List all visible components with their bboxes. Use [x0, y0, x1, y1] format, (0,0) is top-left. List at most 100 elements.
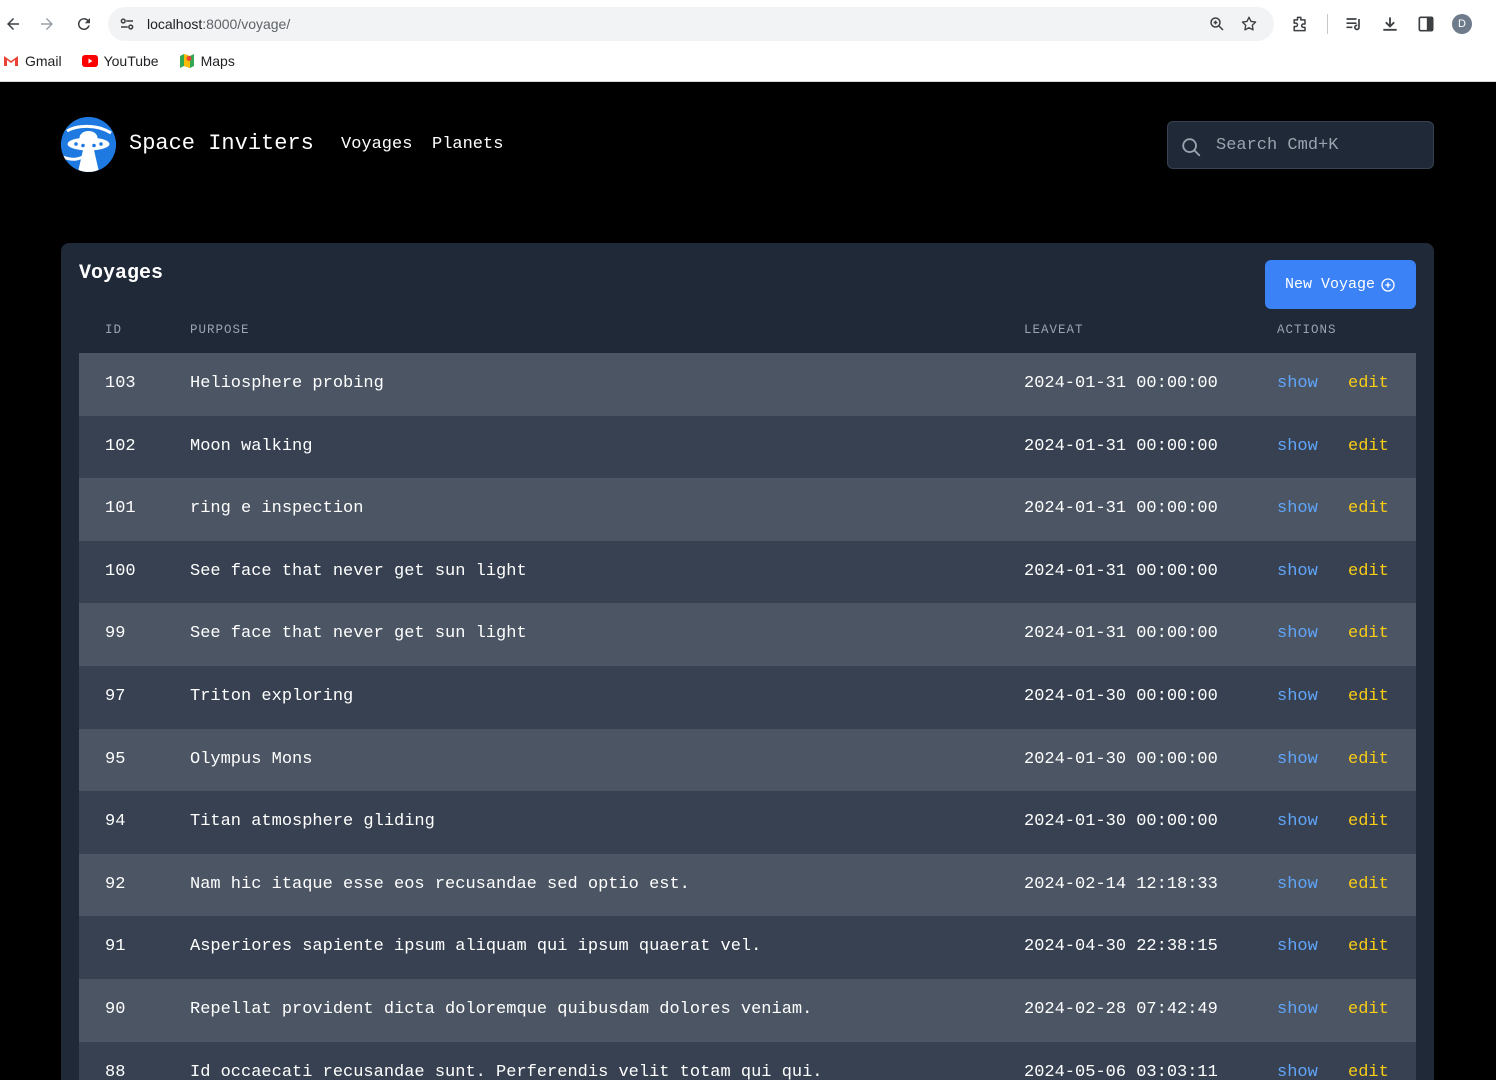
voyage-purpose: Repellat provident dicta doloremque quib…	[190, 999, 813, 1019]
edit-link[interactable]: edit	[1348, 624, 1389, 643]
bookmark-youtube[interactable]: YouTube	[81, 53, 159, 69]
table-row: 94 Titan atmosphere gliding 2024-01-30 0…	[79, 791, 1416, 854]
voyages-card: Voyages New Voyage ID PURPOSE LEAVEAT AC…	[61, 243, 1434, 1080]
youtube-icon	[81, 55, 98, 67]
voyage-id: 88	[105, 1062, 126, 1080]
arrow-right-icon	[41, 18, 53, 30]
table-row: 99 See face that never get sun light 202…	[79, 603, 1416, 666]
nav-voyages[interactable]: Voyages	[341, 135, 412, 154]
search-input[interactable]	[1216, 132, 1421, 158]
show-link[interactable]: show	[1277, 499, 1318, 518]
download-icon	[1383, 17, 1397, 31]
logo-icon[interactable]	[61, 117, 116, 172]
zoom-icon[interactable]	[1208, 15, 1226, 33]
table-row: 101 ring e inspection 2024-01-31 00:00:0…	[79, 478, 1416, 541]
edit-link[interactable]: edit	[1348, 687, 1389, 706]
voyage-id: 101	[105, 499, 136, 519]
puzzle-icon	[1293, 16, 1306, 32]
side-panel-button[interactable]	[1415, 13, 1437, 35]
table-header: ID PURPOSE LEAVEAT ACTIONS	[79, 320, 1416, 354]
voyage-leave-at: 2024-01-30 00:00:00	[1024, 812, 1218, 832]
browser-chrome: localhost:8000/voyage/ D Gmail YouTube M…	[0, 0, 1496, 82]
voyage-id: 91	[105, 937, 126, 957]
table-row: 103 Heliosphere probing 2024-01-31 00:00…	[79, 353, 1416, 416]
table-row: 97 Triton exploring 2024-01-30 00:00:00 …	[79, 665, 1416, 729]
page-title: Voyages	[79, 262, 164, 285]
column-header-leaveat: LEAVEAT	[1024, 323, 1084, 337]
voyage-purpose: See face that never get sun light	[190, 561, 527, 581]
table-row: 88 Id occaecati recusandae sunt. Perfere…	[79, 1041, 1416, 1080]
voyage-purpose: Olympus Mons	[190, 749, 313, 769]
voyage-id: 90	[105, 999, 126, 1019]
edit-link[interactable]: edit	[1348, 1000, 1389, 1019]
voyage-leave-at: 2024-02-28 07:42:49	[1024, 999, 1218, 1019]
bookmark-star-icon[interactable]	[1240, 15, 1258, 33]
gmail-icon	[4, 56, 18, 66]
address-bar[interactable]: localhost:8000/voyage/	[108, 7, 1274, 41]
show-link[interactable]: show	[1277, 812, 1318, 831]
voyage-purpose: See face that never get sun light	[190, 624, 527, 644]
site-info-icon[interactable]	[118, 15, 136, 33]
profile-avatar[interactable]: D	[1452, 14, 1472, 34]
edit-link[interactable]: edit	[1348, 437, 1389, 456]
edit-link[interactable]: edit	[1348, 937, 1389, 956]
table-row: 95 Olympus Mons 2024-01-30 00:00:00 show…	[79, 728, 1416, 792]
bookmark-label: YouTube	[103, 53, 159, 69]
voyage-id: 94	[105, 812, 126, 832]
voyage-leave-at: 2024-05-06 03:03:11	[1024, 1062, 1218, 1080]
search-box[interactable]	[1167, 121, 1434, 169]
reload-button[interactable]	[72, 12, 96, 36]
edit-link[interactable]: edit	[1348, 750, 1389, 769]
voyage-purpose: Heliosphere probing	[190, 374, 384, 393]
show-link[interactable]: show	[1277, 1063, 1318, 1080]
edit-link[interactable]: edit	[1348, 812, 1389, 831]
voyage-id: 99	[105, 624, 126, 644]
show-link[interactable]: show	[1277, 875, 1318, 894]
edit-link[interactable]: edit	[1348, 499, 1389, 518]
voyage-purpose: Moon walking	[190, 436, 313, 456]
downloads-button[interactable]	[1379, 13, 1401, 35]
search-icon	[1182, 138, 1201, 157]
edit-link[interactable]: edit	[1348, 374, 1389, 393]
media-controls-button[interactable]	[1343, 13, 1365, 35]
nav-planets[interactable]: Planets	[432, 135, 503, 154]
show-link[interactable]: show	[1277, 1000, 1318, 1019]
show-link[interactable]: show	[1277, 374, 1318, 393]
voyage-id: 95	[105, 749, 126, 769]
new-voyage-button[interactable]: New Voyage	[1265, 260, 1416, 309]
show-link[interactable]: show	[1277, 937, 1318, 956]
show-link[interactable]: show	[1277, 687, 1318, 706]
bookmark-maps[interactable]: Maps	[179, 53, 235, 69]
extensions-button[interactable]	[1289, 13, 1311, 35]
show-link[interactable]: show	[1277, 750, 1318, 769]
show-link[interactable]: show	[1277, 562, 1318, 581]
table-row: 92 Nam hic itaque esse eos recusandae se…	[79, 853, 1416, 917]
forward-button[interactable]	[35, 12, 59, 36]
voyage-leave-at: 2024-01-31 00:00:00	[1024, 499, 1218, 519]
voyage-id: 103	[105, 374, 136, 393]
bookmarks-bar: Gmail YouTube Maps	[0, 48, 252, 74]
edit-link[interactable]: edit	[1348, 562, 1389, 581]
table-body: 103 Heliosphere probing 2024-01-31 00:00…	[79, 353, 1416, 1080]
voyage-leave-at: 2024-01-31 00:00:00	[1024, 624, 1218, 644]
back-button[interactable]	[1, 12, 25, 36]
new-voyage-label: New Voyage	[1284, 276, 1375, 293]
bookmark-label: Gmail	[25, 53, 62, 69]
table-row: 102 Moon walking 2024-01-31 00:00:00 sho…	[79, 415, 1416, 479]
voyage-leave-at: 2024-01-30 00:00:00	[1024, 749, 1218, 769]
table-row: 91 Asperiores sapiente ipsum aliquam qui…	[79, 916, 1416, 979]
brand-name[interactable]: Space Inviters	[129, 131, 314, 156]
ufo-icon	[61, 117, 116, 172]
table-row: 90 Repellat provident dicta doloremque q…	[79, 978, 1416, 1042]
edit-link[interactable]: edit	[1348, 875, 1389, 894]
maps-icon	[179, 54, 194, 68]
url-host: localhost	[147, 16, 203, 32]
show-link[interactable]: show	[1277, 437, 1318, 456]
voyage-purpose: Triton exploring	[190, 686, 354, 706]
edit-link[interactable]: edit	[1348, 1063, 1389, 1080]
bookmark-gmail[interactable]: Gmail	[3, 53, 62, 69]
voyage-id: 100	[105, 561, 136, 581]
show-link[interactable]: show	[1277, 624, 1318, 643]
reload-icon	[77, 18, 90, 31]
column-header-actions: ACTIONS	[1277, 323, 1337, 337]
